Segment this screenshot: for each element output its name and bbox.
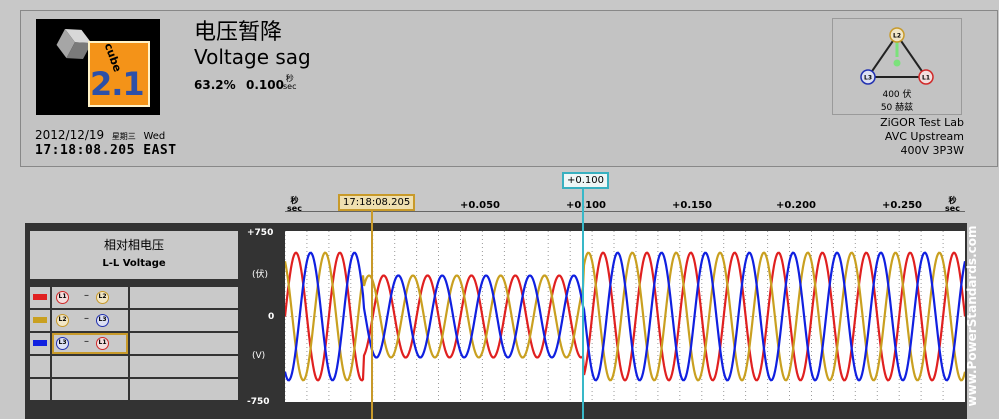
legend-row-l1-l2[interactable]: L1 – L2 <box>30 287 238 308</box>
legend-title-cn: 相对相电压 <box>103 238 164 252</box>
trigger-line[interactable] <box>371 208 373 419</box>
tick-label: +0.050 <box>460 200 501 211</box>
badge-l2: L2 <box>56 314 69 327</box>
tick-label: +0.250 <box>882 200 923 211</box>
ruler-unit-right-en: sec <box>945 204 960 213</box>
sag-depth: 63.2% <box>194 78 236 92</box>
tick-label: +0.200 <box>776 200 817 211</box>
pair-dash: – <box>84 290 89 301</box>
event-title-en: Voltage sag <box>194 45 311 69</box>
cursor-line[interactable] <box>582 187 584 419</box>
phasor-l3: L3 <box>864 75 872 82</box>
y-axis-max: +750 <box>247 228 274 238</box>
ruler-unit-left: 秒 sec <box>287 197 302 213</box>
row-value-cell <box>130 333 238 354</box>
phase-pair <box>52 356 128 377</box>
legend-row-empty <box>30 356 238 377</box>
swatch-cell <box>30 356 50 377</box>
y-axis-min: -750 <box>247 397 270 407</box>
badge-l3: L3 <box>56 337 69 350</box>
time-ruler-line <box>285 211 965 212</box>
legend-row-empty <box>30 379 238 400</box>
site-location: AVC Upstream <box>884 130 964 143</box>
phase-pair[interactable]: L2 – L3 <box>52 310 128 331</box>
row-value-cell <box>130 310 238 331</box>
y-axis-zero: 0 <box>268 312 275 322</box>
pair-dash: – <box>84 313 89 324</box>
ruler-unit-right: 秒 sec <box>945 197 960 213</box>
swatch-cell <box>30 379 50 400</box>
sag-duration: 0.100 <box>246 78 284 92</box>
phase-pair-selected[interactable]: L3 – L1 <box>52 333 128 354</box>
badge-l1: L1 <box>96 337 109 350</box>
badge-l2: L2 <box>96 291 109 304</box>
trigger-time-tag[interactable]: 17:18:08.205 <box>338 194 416 211</box>
row-value-cell <box>130 356 238 377</box>
swatch-cell <box>30 310 50 331</box>
swatch-cell <box>30 333 50 354</box>
event-title-cn: 电压暂降 <box>194 20 283 45</box>
badge-l3: L3 <box>96 314 109 327</box>
date-value: 2012/12/19 <box>35 128 105 142</box>
watermark: www.PowerStandards.com <box>958 225 986 406</box>
day-cn: 星期三 <box>111 132 136 141</box>
waveform-plot[interactable] <box>283 231 967 402</box>
day-en: Wed <box>143 131 166 142</box>
nominal-voltage: 400 伏 <box>882 88 911 100</box>
phasor-l2: L2 <box>893 33 901 40</box>
series-swatch <box>33 340 47 346</box>
waveform-chart <box>283 231 967 402</box>
row-value-cell <box>130 287 238 308</box>
series-swatch <box>33 294 47 300</box>
y-axis-unit-cn: (伏) <box>252 270 269 280</box>
cube-logo: cube 2.1 <box>36 19 160 115</box>
legend-title: 相对相电压 L-L Voltage <box>30 231 238 279</box>
cursor-time-tag[interactable]: +0.100 <box>562 172 610 189</box>
y-axis-unit-en: (V) <box>252 351 266 361</box>
duration-unit-en: sec <box>283 82 297 91</box>
phase-pair[interactable]: L1 – L2 <box>52 287 128 308</box>
phase-pair <box>52 379 128 400</box>
site-lab: ZiGOR Test Lab <box>880 116 964 129</box>
time-value: 17:18:08.205 <box>35 143 135 158</box>
logo-version: 2.1 <box>90 65 145 103</box>
tick-label: +0.150 <box>672 200 713 211</box>
site-info: ZiGOR Test Lab AVC Upstream 400V 3P3W <box>832 116 964 158</box>
legend-row-l2-l3[interactable]: L2 – L3 <box>30 310 238 331</box>
legend-row-l3-l1[interactable]: L3 – L1 <box>30 333 238 354</box>
series-swatch <box>33 317 47 323</box>
ruler-unit-left-en: sec <box>287 204 302 213</box>
pair-dash: – <box>84 336 89 347</box>
phasor-diagram: L2 L3 L1 400 伏 50 赫兹 <box>832 18 962 115</box>
swatch-cell <box>30 287 50 308</box>
timezone: EAST <box>143 143 177 158</box>
duration-unit: 秒 sec <box>283 75 297 91</box>
watermark-text: www.PowerStandards.com <box>965 225 979 407</box>
badge-l1: L1 <box>56 291 69 304</box>
nominal-frequency: 50 赫兹 <box>881 101 913 113</box>
row-value-cell <box>130 379 238 400</box>
site-config: 400V 3P3W <box>900 144 964 157</box>
event-date: 2012/12/19 星期三 Wed <box>35 128 165 142</box>
tick-label: +0.100 <box>566 200 607 211</box>
phasor-triangle-icon: L2 L3 L1 400 伏 50 赫兹 <box>860 27 934 113</box>
phasor-l1: L1 <box>922 75 930 82</box>
legend-title-en: L-L Voltage <box>102 258 166 269</box>
event-time: 17:18:08.205 EAST <box>35 143 177 158</box>
